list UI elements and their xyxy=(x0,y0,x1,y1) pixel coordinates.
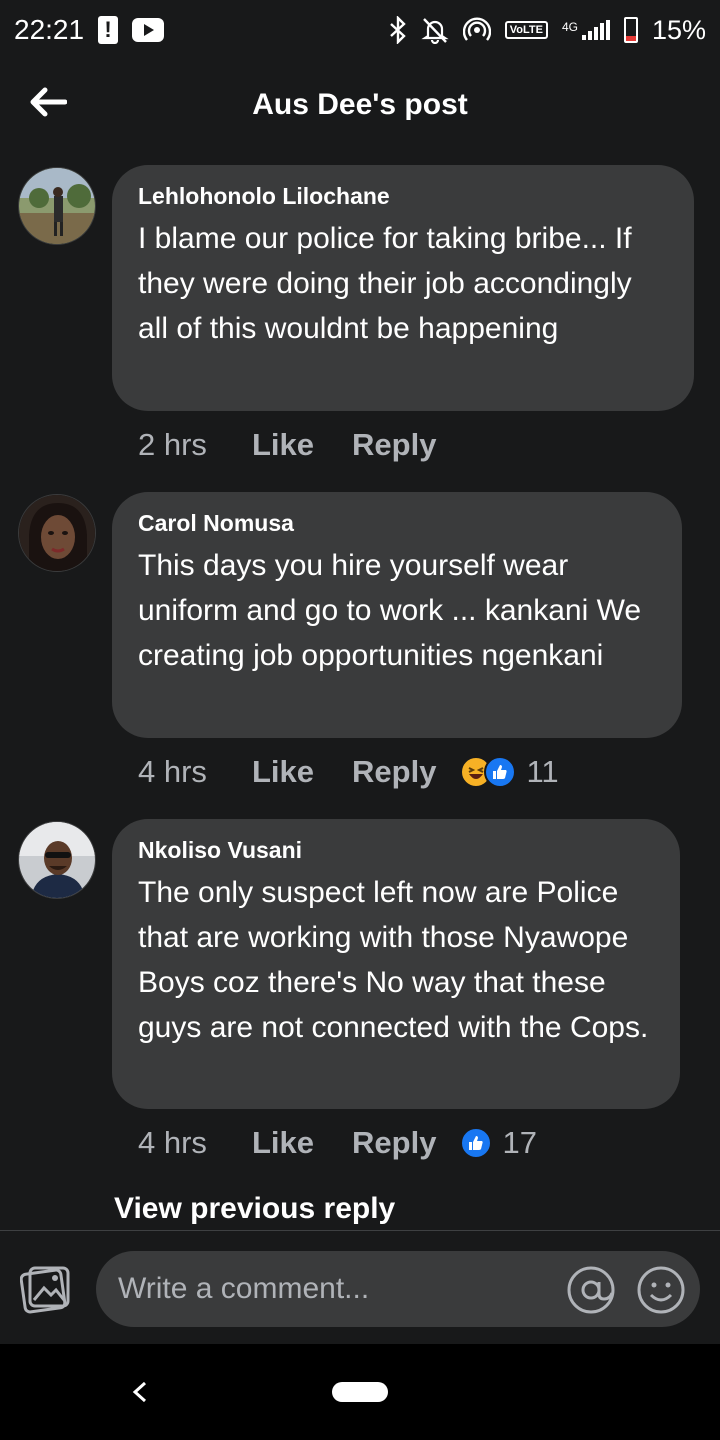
emoji-button[interactable] xyxy=(636,1265,686,1315)
post-header: Aus Dee's post xyxy=(0,60,720,152)
youtube-icon xyxy=(132,18,165,42)
avatar[interactable] xyxy=(18,494,96,572)
network-type: 4G xyxy=(561,20,578,34)
system-navigation-bar xyxy=(0,1344,720,1440)
status-time: 22:21 xyxy=(14,14,85,45)
status-bar: 22:21 ! VoLTE 4G 15% xyxy=(0,0,720,60)
comment-bubble[interactable]: Carol Nomusa This days you hire yourself… xyxy=(112,492,682,738)
emoji-icon xyxy=(637,1266,685,1314)
comment-time[interactable]: 4 hrs xyxy=(138,754,252,790)
reply-button[interactable]: Reply xyxy=(352,754,436,790)
photo-button[interactable] xyxy=(20,1263,72,1315)
bluetooth-icon xyxy=(389,16,407,44)
system-back-button[interactable] xyxy=(122,1374,158,1410)
hotspot-icon xyxy=(462,16,491,44)
comment-actions: 4 hrs Like Reply 17 xyxy=(138,1125,537,1161)
page-title: Aus Dee's post xyxy=(252,88,468,121)
comment-author[interactable]: Nkoliso Vusani xyxy=(138,837,654,864)
battery-icon xyxy=(623,17,638,43)
comment-actions: 4 hrs Like Reply 11 xyxy=(138,754,559,790)
comment-author[interactable]: Lehlohonolo Lilochane xyxy=(138,183,668,210)
avatar[interactable] xyxy=(18,821,96,899)
photo-icon xyxy=(20,1266,70,1314)
reaction-summary[interactable]: 11 xyxy=(460,754,559,790)
comment-time[interactable]: 2 hrs xyxy=(138,427,252,463)
reply-button[interactable]: Reply xyxy=(352,427,436,463)
avatar[interactable] xyxy=(18,167,96,245)
comment-time[interactable]: 4 hrs xyxy=(138,1125,252,1161)
alert-icon: ! xyxy=(98,16,119,44)
comment-composer xyxy=(0,1230,720,1344)
reaction-count: 17 xyxy=(502,1125,537,1160)
comment-author[interactable]: Carol Nomusa xyxy=(138,510,656,537)
like-button[interactable]: Like xyxy=(252,754,314,790)
mention-button[interactable] xyxy=(566,1265,616,1315)
volte-badge: VoLTE xyxy=(504,21,548,39)
comment-bubble[interactable]: Lehlohonolo Lilochane I blame our police… xyxy=(112,165,694,411)
signal-icon: 4G xyxy=(562,20,610,40)
reaction-summary[interactable]: 17 xyxy=(460,1125,537,1161)
like-reaction-icon xyxy=(460,1127,493,1159)
comment-text: The only suspect left now are Police tha… xyxy=(138,876,649,1044)
like-reaction-icon xyxy=(484,756,517,788)
reply-button[interactable]: Reply xyxy=(352,1125,436,1161)
mention-icon xyxy=(567,1266,615,1314)
reaction-count: 11 xyxy=(526,754,559,789)
home-pill-button[interactable] xyxy=(332,1382,388,1402)
comment-text: I blame our police for taking bribe... I… xyxy=(138,222,632,345)
like-button[interactable]: Like xyxy=(252,427,314,463)
comment-text: This days you hire yourself wear uniform… xyxy=(138,549,642,672)
view-previous-reply-link[interactable]: View previous reply xyxy=(114,1192,395,1226)
mute-icon xyxy=(421,16,449,44)
battery-percent: 15% xyxy=(651,14,706,45)
chevron-left-icon xyxy=(132,1381,147,1403)
comment-actions: 2 hrs Like Reply xyxy=(138,427,474,463)
comment-bubble[interactable]: Nkoliso Vusani The only suspect left now… xyxy=(112,819,680,1109)
like-button[interactable]: Like xyxy=(252,1125,314,1161)
